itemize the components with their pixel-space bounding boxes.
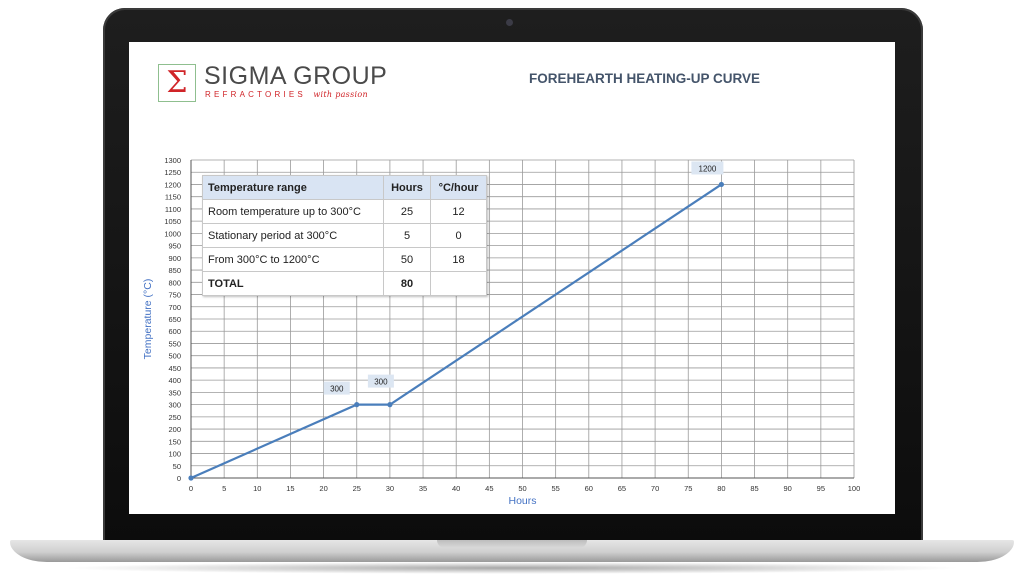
x-tick-label: 65 — [618, 484, 626, 493]
y-tick-label: 1300 — [164, 156, 181, 165]
table-cell: 0 — [430, 223, 487, 248]
table-cell: 5 — [383, 223, 431, 248]
table-cell: Room temperature up to 300°C — [202, 199, 384, 224]
y-tick-label: 600 — [168, 327, 181, 336]
y-tick-label: 1200 — [164, 180, 181, 189]
x-tick-label: 20 — [319, 484, 327, 493]
x-tick-label: 85 — [750, 484, 758, 493]
table-cell: 80 — [383, 271, 431, 296]
y-tick-label: 0 — [177, 474, 181, 483]
table-cell: 25 — [383, 199, 431, 224]
y-tick-label: 1100 — [165, 205, 181, 214]
table-row: Room temperature up to 300°C 25 12 — [202, 199, 487, 224]
y-tick-label: 650 — [168, 315, 181, 324]
y-tick-label: 1150 — [165, 193, 181, 202]
y-tick-label: 400 — [168, 376, 181, 385]
y-tick-label: 800 — [168, 278, 181, 287]
x-tick-label: 100 — [848, 484, 861, 493]
table-header-row: Temperature range Hours °C/hour — [202, 175, 487, 200]
y-tick-label: 300 — [168, 401, 181, 410]
table-cell: 18 — [430, 247, 487, 272]
y-axis-label: Temperature (°C) — [142, 279, 154, 360]
x-tick-label: 75 — [684, 484, 692, 493]
x-tick-label: 90 — [784, 484, 792, 493]
table-row: Stationary period at 300°C 5 0 — [202, 223, 487, 248]
x-tick-label: 45 — [485, 484, 493, 493]
heating-table: Temperature range Hours °C/hour Room tem… — [202, 175, 487, 296]
x-tick-label: 55 — [551, 484, 559, 493]
data-point — [718, 181, 725, 188]
y-tick-label: 850 — [168, 266, 181, 275]
x-tick-label: 35 — [419, 484, 427, 493]
y-tick-label: 750 — [168, 291, 181, 300]
table-cell — [430, 271, 487, 296]
data-label: 300 — [374, 378, 388, 387]
table-cell: 12 — [430, 199, 487, 224]
x-tick-label: 80 — [717, 484, 725, 493]
header-rate: °C/hour — [430, 175, 487, 200]
data-label: 300 — [330, 385, 344, 394]
table-cell: TOTAL — [202, 271, 384, 296]
laptop-base-notch — [437, 540, 587, 548]
table-total-row: TOTAL 80 — [202, 271, 487, 296]
header-hours: Hours — [383, 175, 431, 200]
x-axis-label: Hours — [508, 495, 536, 507]
table-cell: Stationary period at 300°C — [202, 223, 384, 248]
x-tick-label: 5 — [222, 484, 226, 493]
table-cell: 50 — [383, 247, 431, 272]
header-temperature-range: Temperature range — [202, 175, 384, 200]
y-tick-label: 450 — [168, 364, 181, 373]
data-point — [354, 402, 360, 408]
x-tick-label: 95 — [817, 484, 825, 493]
camera-icon — [506, 19, 513, 26]
y-tick-label: 250 — [168, 413, 181, 422]
x-tick-label: 60 — [585, 484, 593, 493]
y-tick-label: 350 — [168, 388, 181, 397]
data-point — [188, 475, 194, 481]
y-tick-label: 500 — [168, 352, 181, 361]
y-tick-label: 100 — [168, 450, 181, 459]
y-tick-label: 950 — [168, 242, 181, 251]
x-tick-label: 40 — [452, 484, 460, 493]
x-tick-label: 30 — [386, 484, 394, 493]
x-tick-label: 70 — [651, 484, 659, 493]
y-tick-label: 700 — [168, 303, 181, 312]
y-tick-label: 200 — [168, 425, 181, 434]
laptop-shadow — [60, 562, 964, 574]
x-tick-label: 0 — [189, 484, 193, 493]
y-tick-label: 50 — [173, 462, 181, 471]
y-tick-label: 1000 — [164, 229, 181, 238]
y-tick-label: 1250 — [164, 168, 181, 177]
y-tick-label: 900 — [168, 254, 181, 263]
x-tick-label: 15 — [286, 484, 294, 493]
screen: Σ SIGMA GROUP REFRACTORIES with passion … — [129, 42, 895, 514]
table-row: From 300°C to 1200°C 50 18 — [202, 247, 487, 272]
x-tick-label: 25 — [353, 484, 361, 493]
y-tick-label: 1050 — [164, 217, 181, 226]
table-cell: From 300°C to 1200°C — [202, 247, 384, 272]
x-tick-label: 50 — [518, 484, 526, 493]
data-point — [387, 402, 393, 408]
data-label: 1200 — [699, 164, 717, 173]
y-tick-label: 150 — [168, 437, 181, 446]
x-tick-label: 10 — [253, 484, 261, 493]
y-tick-label: 550 — [168, 339, 181, 348]
